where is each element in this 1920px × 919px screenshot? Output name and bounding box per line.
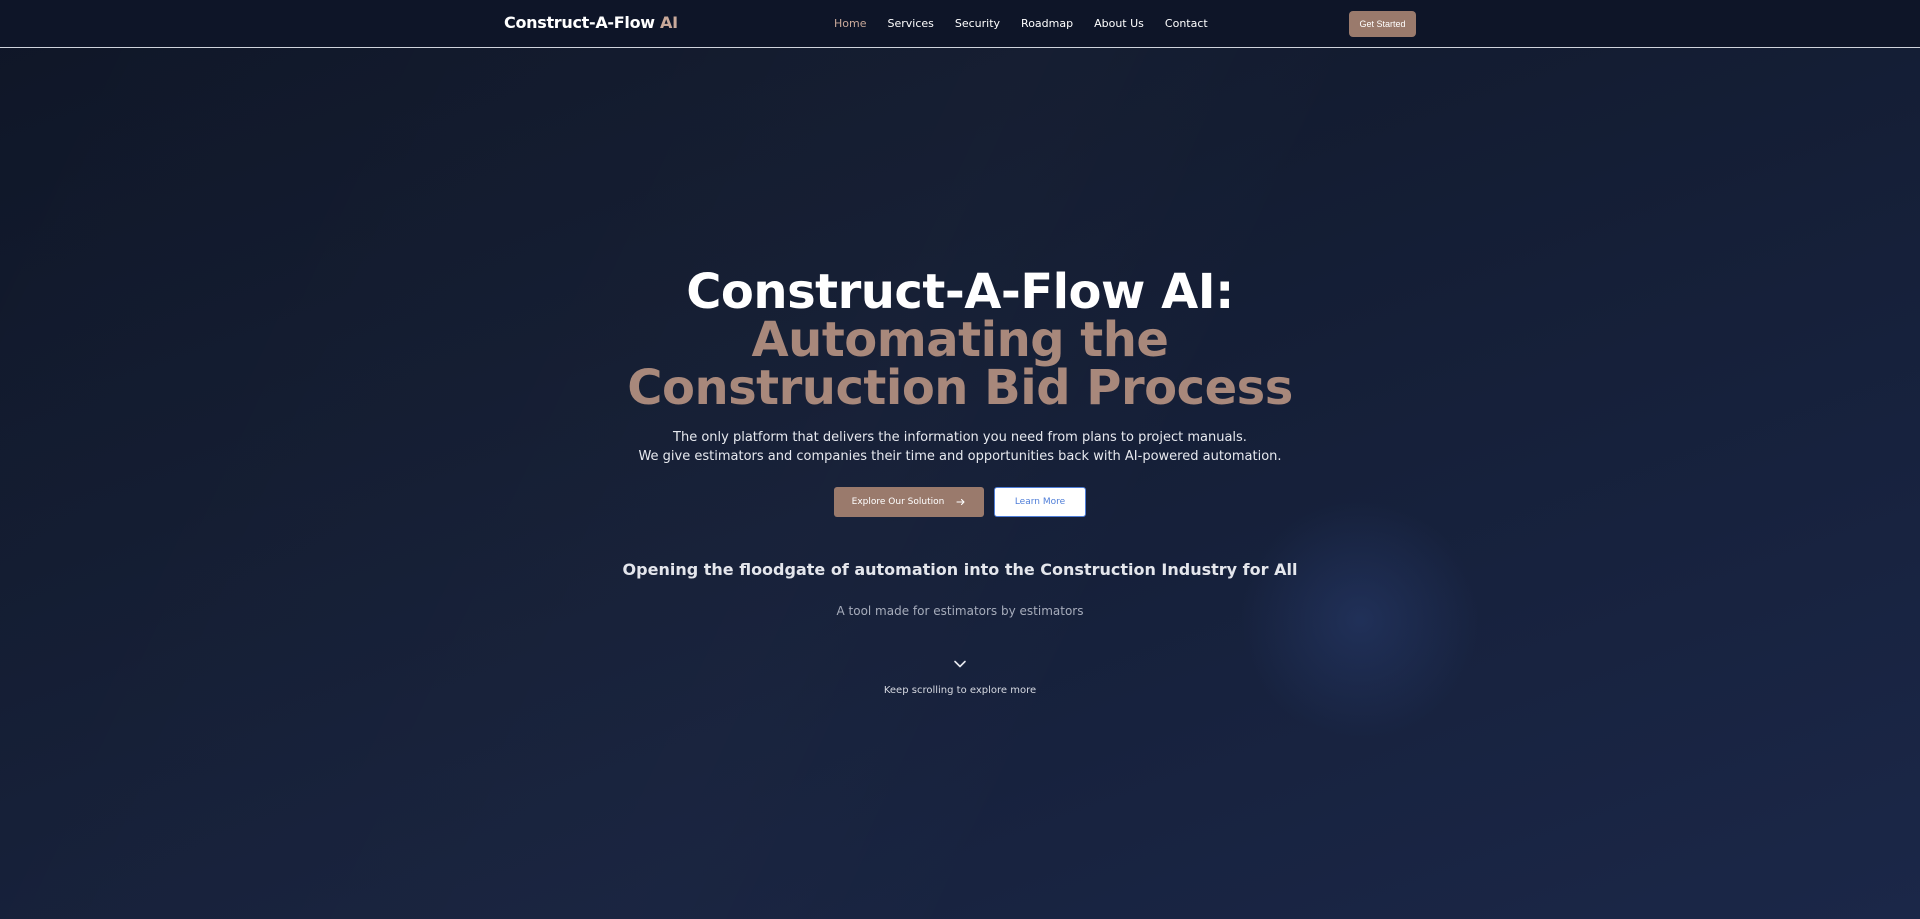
hero-sub-tagline: A tool made for estimators by estimators: [836, 604, 1084, 618]
hero-subtitle-line2: We give estimators and companies their t…: [638, 449, 1282, 464]
main-nav: Home Services Security Roadmap About Us …: [834, 17, 1229, 30]
arrow-right-icon: [956, 498, 965, 506]
nav-link-home[interactable]: Home: [834, 17, 866, 30]
learn-more-button[interactable]: Learn More: [994, 487, 1086, 517]
navbar: Construct-A-Flow AI Home Services Securi…: [0, 0, 1920, 48]
hero-subtitle: The only platform that delivers the info…: [0, 428, 1920, 466]
explore-solution-label: Explore Our Solution: [851, 497, 945, 507]
nav-link-contact[interactable]: Contact: [1165, 17, 1208, 30]
get-started-button[interactable]: Get Started: [1349, 11, 1416, 37]
nav-link-services[interactable]: Services: [887, 17, 933, 30]
chevron-down-icon: [954, 660, 966, 668]
hero-title-line1: Construct-A-Flow AI:: [686, 264, 1234, 320]
brand-name: Construct-A-Flow: [504, 13, 655, 32]
nav-link-roadmap[interactable]: Roadmap: [1021, 17, 1073, 30]
brand-accent: AI: [660, 13, 678, 32]
hero-subtitle-line1: The only platform that delivers the info…: [673, 430, 1247, 445]
scroll-hint[interactable]: Keep scrolling to explore more: [0, 656, 1920, 697]
hero-tagline: Opening the floodgate of automation into…: [622, 560, 1298, 579]
scroll-hint-label: Keep scrolling to explore more: [883, 685, 1037, 696]
brand-logo[interactable]: Construct-A-Flow AI: [504, 13, 678, 32]
explore-solution-button[interactable]: Explore Our Solution: [834, 487, 984, 517]
background-glow: [1240, 500, 1480, 740]
hero-title: Construct-A-Flow AI: Automating the Cons…: [0, 268, 1920, 412]
hero-cta-row: Explore Our Solution Learn More: [834, 487, 1086, 517]
nav-link-about-us[interactable]: About Us: [1094, 17, 1144, 30]
nav-link-security[interactable]: Security: [955, 17, 1000, 30]
hero-title-line2: Automating the Construction Bid Process: [627, 312, 1293, 416]
